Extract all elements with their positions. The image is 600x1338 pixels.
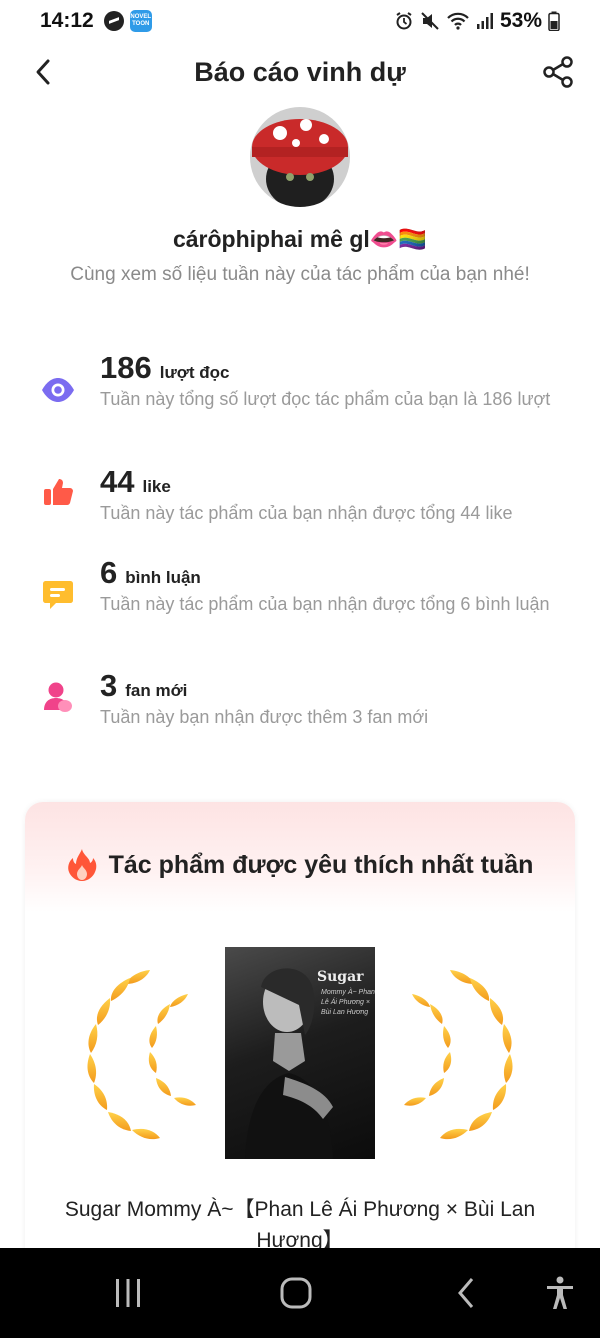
share-icon — [543, 56, 573, 88]
mute-icon — [421, 12, 439, 30]
page-title: Báo cáo vinh dự — [194, 56, 406, 87]
stat-reads-desc: Tuần này tổng số lượt đọc tác phẩm của b… — [100, 389, 551, 409]
eye-icon — [40, 372, 76, 408]
status-time: 14:12 — [40, 9, 94, 32]
comment-icon — [40, 577, 76, 613]
home-button[interactable] — [276, 1276, 316, 1310]
subtitle: Cùng xem số liệu tuần này của tác phẩm c… — [70, 264, 530, 285]
username: cárôphiphai mê gl👄🏳️‍🌈 — [172, 226, 428, 252]
back-nav-button[interactable] — [446, 1276, 486, 1310]
cover-line-1: Mommy À~ Phan — [321, 989, 375, 996]
stat-comments-desc: Tuần này tác phẩm của bạn nhận được tổng… — [100, 594, 550, 614]
back-nav-icon — [458, 1278, 474, 1308]
thumbs-up-icon — [40, 474, 76, 510]
chevron-left-icon — [36, 59, 50, 85]
alarm-icon — [396, 12, 412, 30]
stat-fans-number: 3 — [100, 668, 118, 703]
stat-reads-number: 186 — [100, 350, 152, 385]
recent-apps-icon — [116, 1279, 140, 1307]
share-button[interactable] — [538, 54, 578, 90]
accessibility-icon — [547, 1276, 573, 1309]
status-bar: 14:12 NOVEL TOON 53% — [0, 0, 600, 42]
book-cover[interactable]: Sugar Mommy À~ Phan Lê Ái Phương × Bùi L… — [225, 947, 375, 1159]
laurel-left-icon — [87, 970, 196, 1140]
recent-apps-button[interactable] — [108, 1276, 148, 1310]
book-title[interactable]: Sugar Mommy À~【Phan Lê Ái Phương × Bùi L… — [40, 1194, 560, 1256]
card-title-row: Tác phẩm được yêu thích nhất tuần — [0, 848, 600, 882]
accessibility-button[interactable] — [540, 1276, 580, 1310]
battery-percent: 53% — [499, 9, 542, 32]
header: Báo cáo vinh dự — [0, 42, 600, 102]
stat-fans-desc: Tuần này bạn nhận được thêm 3 fan mới — [100, 707, 429, 727]
stat-likes-unit: like — [142, 477, 171, 496]
stat-comments-unit: bình luận — [125, 568, 201, 587]
stat-likes-desc: Tuần này tác phẩm của bạn nhận được tổng… — [100, 503, 513, 523]
home-icon — [280, 1277, 312, 1309]
fire-icon — [67, 849, 96, 881]
back-button[interactable] — [28, 56, 58, 88]
battery-icon — [548, 11, 560, 31]
signal-icon — [476, 13, 493, 29]
cover-title: Sugar — [317, 969, 364, 985]
wifi-icon — [447, 12, 469, 30]
stat-fans-unit: fan mới — [125, 681, 188, 700]
avatar[interactable] — [250, 107, 350, 207]
noveltoon-icon: NOVEL TOON — [129, 10, 152, 32]
stat-comments-number: 6 — [100, 555, 118, 590]
avatar-image — [250, 107, 350, 207]
user-icon — [40, 679, 76, 715]
laurel-right-icon — [404, 970, 513, 1140]
cover-line-2: Lê Ái Phương × — [321, 999, 370, 1006]
stat-reads-unit: lượt đọc — [159, 363, 230, 382]
card-title: Tác phẩm được yêu thích nhất tuần — [108, 850, 534, 879]
cover-line-3: Bùi Lan Hương — [321, 1009, 369, 1016]
messenger-icon — [103, 11, 124, 31]
system-nav-bar — [0, 1248, 600, 1338]
stat-likes-number: 44 — [100, 464, 135, 499]
